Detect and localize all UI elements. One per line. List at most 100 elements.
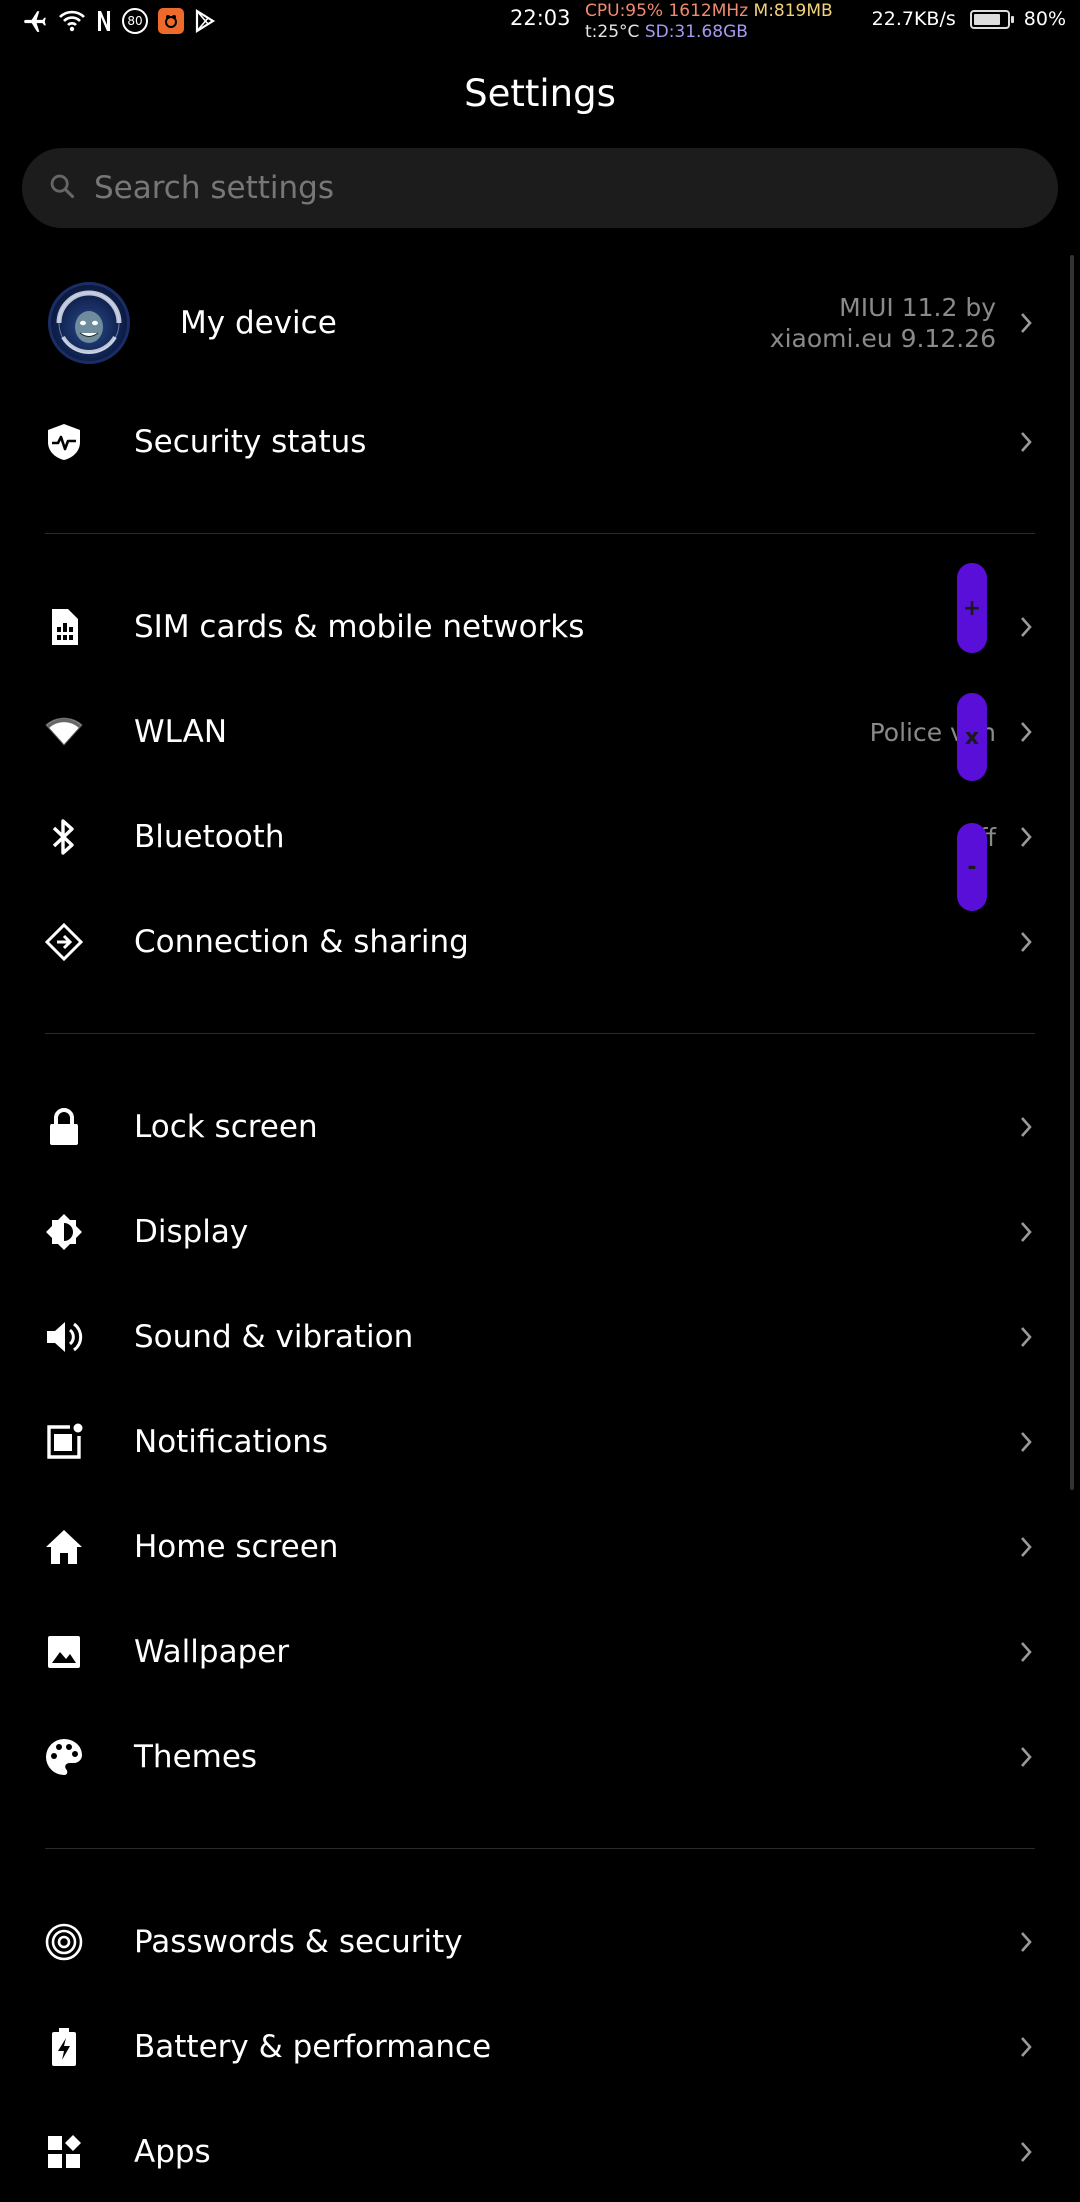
bluetooth-label: Bluetooth — [134, 819, 285, 855]
chevron-right-icon — [1016, 1927, 1036, 1957]
orange-app-icon — [158, 8, 184, 34]
chevron-right-icon — [1016, 427, 1036, 457]
lock-icon — [44, 1107, 84, 1147]
device-avatar — [48, 282, 130, 364]
home-screen-row[interactable]: Home screen — [0, 1497, 1080, 1597]
badge-80-label: 80 — [127, 14, 143, 28]
battery-performance-label: Battery & performance — [134, 2029, 492, 2065]
wallpaper-label: Wallpaper — [134, 1634, 290, 1670]
palette-icon — [44, 1737, 84, 1777]
chevron-right-icon — [1016, 822, 1036, 852]
clock: 22:03 — [510, 6, 571, 30]
passwords-security-label: Passwords & security — [134, 1924, 463, 1960]
my-device-label: My device — [180, 305, 337, 341]
battery-fill — [973, 13, 1000, 25]
version-line-1: MIUI 11.2 by — [839, 293, 996, 322]
chevron-right-icon — [1016, 717, 1036, 747]
sd-storage: SD:31.68GB — [644, 22, 748, 42]
section-divider — [45, 1033, 1035, 1034]
system-monitor: CPU:95% 1612MHz M:819MB t:25°C SD:31.68G… — [585, 1, 833, 43]
section-divider — [45, 533, 1035, 534]
search-placeholder: Search settings — [94, 170, 334, 206]
bluetooth-icon — [44, 817, 84, 857]
chevron-right-icon — [1016, 612, 1036, 642]
page-title: Settings — [464, 72, 616, 115]
memory-usage: M:819MB — [753, 1, 833, 21]
sound-vibration-row[interactable]: Sound & vibration — [0, 1287, 1080, 1387]
chevron-right-icon — [1016, 1217, 1036, 1247]
display-label: Display — [134, 1214, 249, 1250]
wlan-row[interactable]: WLAN Police van — [0, 682, 1080, 782]
sim-cards-row[interactable]: SIM cards & mobile networks — [0, 577, 1080, 677]
apps-row[interactable]: Apps — [0, 2102, 1080, 2202]
chevron-right-icon — [1016, 308, 1036, 338]
notifications-row[interactable]: Notifications — [0, 1392, 1080, 1492]
chevron-right-icon — [1016, 927, 1036, 957]
display-row[interactable]: Display — [0, 1182, 1080, 1282]
cpu-frequency: 1612MHz — [668, 1, 749, 21]
chevron-right-icon — [1016, 1322, 1036, 1352]
status-bar: 80 22:03 CPU:95% 1612MHz M:819MB t:25°C … — [0, 0, 1080, 48]
passwords-security-row[interactable]: Passwords & security — [0, 1892, 1080, 1992]
security-status-label: Security status — [134, 424, 367, 460]
shield-pulse-icon — [44, 422, 84, 462]
wallpaper-icon — [44, 1632, 84, 1672]
cpu-usage: CPU:95% — [585, 1, 664, 21]
status-icons: 80 — [22, 6, 216, 36]
chevron-right-icon — [1016, 1637, 1036, 1667]
section-divider — [45, 1848, 1035, 1849]
status-right: 22.7KB/s 80% — [872, 8, 1066, 30]
notifications-label: Notifications — [134, 1424, 329, 1460]
netflix-icon — [96, 9, 112, 33]
search-bar[interactable]: Search settings — [22, 148, 1058, 228]
overlay-minus-label: - — [967, 854, 977, 880]
overlay-zoom-in-button[interactable]: + — [957, 563, 987, 653]
my-device-row[interactable]: My device MIUI 11.2 by xiaomi.eu 9.12.26 — [0, 272, 1080, 374]
wallpaper-row[interactable]: Wallpaper — [0, 1602, 1080, 1702]
network-speed: 22.7KB/s — [871, 8, 956, 30]
fingerprint-icon — [44, 1922, 84, 1962]
overlay-plus-label: + — [962, 595, 982, 621]
sim-cards-label: SIM cards & mobile networks — [134, 609, 585, 645]
home-screen-label: Home screen — [134, 1529, 339, 1565]
overlay-zoom-out-button[interactable]: - — [957, 823, 987, 911]
play-store-icon — [194, 9, 216, 33]
battery-icon — [969, 9, 1014, 29]
badge-80-icon: 80 — [122, 8, 148, 34]
my-device-version: MIUI 11.2 by xiaomi.eu 9.12.26 — [770, 292, 996, 354]
sound-vibration-label: Sound & vibration — [134, 1319, 414, 1355]
themes-label: Themes — [134, 1739, 258, 1775]
home-icon — [44, 1527, 84, 1567]
connection-share-icon — [44, 922, 84, 962]
lock-screen-label: Lock screen — [134, 1109, 318, 1145]
connection-sharing-label: Connection & sharing — [134, 924, 469, 960]
sim-card-icon — [44, 607, 84, 647]
chevron-right-icon — [1016, 1112, 1036, 1142]
temperature: t:25°C — [585, 22, 640, 42]
themes-row[interactable]: Themes — [0, 1707, 1080, 1807]
overlay-close-label: x — [964, 724, 980, 750]
airplane-mode-icon — [22, 8, 48, 34]
chevron-right-icon — [1016, 2137, 1036, 2167]
overlay-close-button[interactable]: x — [957, 693, 987, 781]
battery-percentage: 80% — [1023, 8, 1066, 30]
lock-screen-row[interactable]: Lock screen — [0, 1077, 1080, 1177]
wlan-label: WLAN — [134, 714, 228, 750]
chevron-right-icon — [1016, 1427, 1036, 1457]
apps-icon — [44, 2132, 84, 2172]
chevron-right-icon — [1016, 1532, 1036, 1562]
notification-icon — [44, 1422, 84, 1462]
apps-label: Apps — [134, 2134, 211, 2170]
chevron-right-icon — [1016, 1742, 1036, 1772]
chevron-right-icon — [1016, 2032, 1036, 2062]
wifi-status-icon — [58, 9, 86, 33]
speaker-icon — [44, 1317, 84, 1357]
bluetooth-row[interactable]: Bluetooth Off — [0, 787, 1080, 887]
connection-sharing-row[interactable]: Connection & sharing — [0, 892, 1080, 992]
battery-performance-row[interactable]: Battery & performance — [0, 1997, 1080, 2097]
wifi-icon — [44, 712, 84, 752]
version-line-2: xiaomi.eu 9.12.26 — [769, 324, 996, 353]
search-icon — [48, 172, 76, 204]
battery-bolt-icon — [44, 2027, 84, 2067]
security-status-row[interactable]: Security status — [0, 392, 1080, 492]
